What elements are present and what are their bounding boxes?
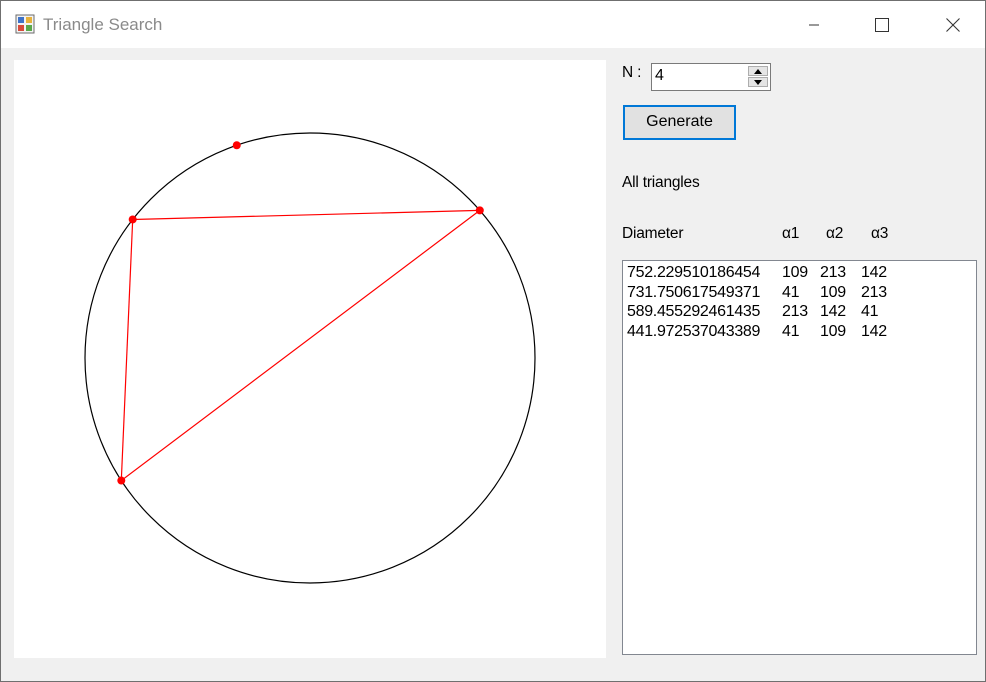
alpha1-value: 41 — [782, 283, 800, 301]
triangles-listbox[interactable]: 752.229510186454 109 213 142 731.7506175… — [622, 260, 977, 655]
application-window: Triangle Search N : 4 Generate All trian… — [0, 0, 986, 682]
header-alpha1: α1 — [782, 225, 800, 242]
circumcircle — [84, 132, 536, 584]
triangle-edge — [120, 219, 134, 481]
alpha3-value: 41 — [861, 303, 879, 320]
stepper-down-button[interactable] — [748, 77, 768, 87]
minimize-icon — [809, 24, 819, 25]
stepper-up-button[interactable] — [748, 66, 768, 76]
diameter-value: 752.229510186454 — [627, 264, 761, 281]
alpha1-value: 109 — [782, 264, 808, 281]
arrow-down-icon — [754, 79, 762, 85]
circle-diagram — [84, 132, 536, 584]
alpha3-value: 142 — [861, 264, 887, 281]
maximize-icon — [875, 17, 889, 32]
n-value[interactable]: 4 — [655, 67, 664, 85]
header-alpha3: α3 — [871, 225, 889, 242]
window-bottom-edge — [1, 665, 985, 681]
generate-label: Generate — [646, 112, 713, 130]
maximize-button[interactable] — [859, 1, 905, 48]
diameter-value: 589.455292461435 — [627, 303, 761, 320]
drawing-canvas[interactable] — [14, 60, 606, 658]
alpha3-value: 142 — [861, 322, 887, 340]
list-item[interactable]: 441.972537043389 41 109 142 — [627, 322, 976, 342]
alpha1-value: 213 — [782, 303, 808, 320]
circle-point — [232, 141, 241, 150]
diameter-value: 441.972537043389 — [627, 322, 761, 340]
header-alpha2: α2 — [826, 225, 844, 242]
alpha1-value: 41 — [782, 322, 800, 340]
title-bar[interactable]: Triangle Search — [1, 1, 985, 48]
list-item[interactable]: 752.229510186454 109 213 142 — [627, 263, 976, 283]
list-item[interactable]: 589.455292461435 213 142 41 — [627, 302, 976, 322]
alpha2-value: 109 — [820, 322, 846, 340]
n-stepper[interactable]: 4 — [651, 63, 771, 91]
close-icon — [946, 17, 960, 32]
window-title: Triangle Search — [43, 15, 163, 34]
header-diameter: Diameter — [622, 225, 684, 242]
alpha3-value: 213 — [861, 283, 887, 301]
generate-button[interactable]: Generate — [623, 105, 736, 140]
circle-point — [475, 206, 484, 215]
circle-point — [128, 215, 137, 224]
triangle-edge — [120, 209, 481, 482]
close-button[interactable] — [930, 1, 976, 48]
all-triangles-label: All triangles — [622, 174, 700, 191]
arrow-up-icon — [754, 68, 762, 74]
alpha2-value: 213 — [820, 264, 846, 281]
diameter-value: 731.750617549371 — [627, 283, 761, 301]
alpha2-value: 109 — [820, 283, 846, 301]
app-icon — [15, 14, 35, 34]
minimize-button[interactable] — [791, 1, 837, 48]
alpha2-value: 142 — [820, 303, 846, 320]
list-item[interactable]: 731.750617549371 41 109 213 — [627, 283, 976, 303]
n-label: N : — [622, 64, 642, 81]
stepper-buttons — [748, 66, 768, 88]
circle-point — [117, 476, 126, 485]
triangle-edge — [132, 209, 480, 221]
